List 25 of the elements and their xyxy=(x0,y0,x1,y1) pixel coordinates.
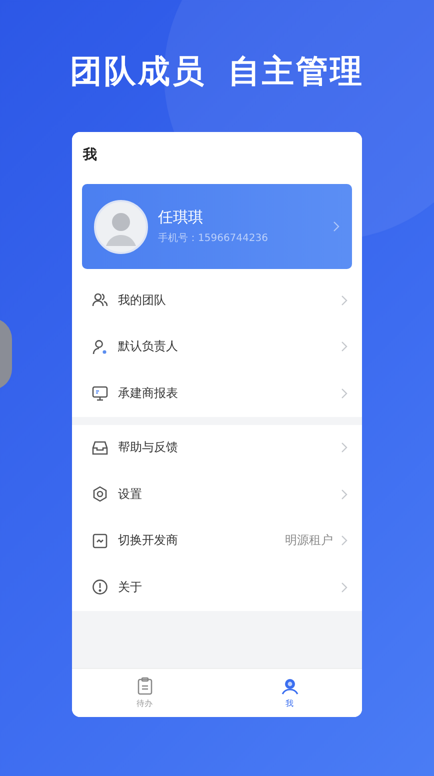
phone-number: 手机号：15966744236 xyxy=(158,232,269,245)
info-icon xyxy=(92,579,108,596)
settings-icon xyxy=(92,486,108,502)
chevron-icon xyxy=(341,488,348,500)
person-icon xyxy=(92,338,108,355)
chevron-icon xyxy=(341,341,348,352)
headline: 自主管理 xyxy=(228,51,364,92)
chevron-icon xyxy=(341,388,348,399)
user-name: 任琪琪 xyxy=(158,208,204,227)
person-icon xyxy=(280,677,298,695)
profile-card[interactable]: 任琪琪 手机号：15966744236 xyxy=(82,184,352,269)
inbox-icon xyxy=(92,440,108,456)
avatar-icon xyxy=(94,200,148,254)
chevron-icon xyxy=(341,442,348,454)
chart-card-icon xyxy=(92,532,108,549)
chevron-icon xyxy=(333,221,340,232)
headline: 团队成员 xyxy=(70,51,206,92)
people-icon xyxy=(92,292,108,308)
tab[interactable]: 我 xyxy=(217,669,362,717)
chevron-icon xyxy=(341,582,348,593)
chevron-icon xyxy=(341,535,348,546)
chevron-icon xyxy=(341,294,348,306)
monitor-icon xyxy=(92,385,108,402)
screen-title: 我 xyxy=(83,146,97,164)
clipboard-icon xyxy=(136,677,152,695)
